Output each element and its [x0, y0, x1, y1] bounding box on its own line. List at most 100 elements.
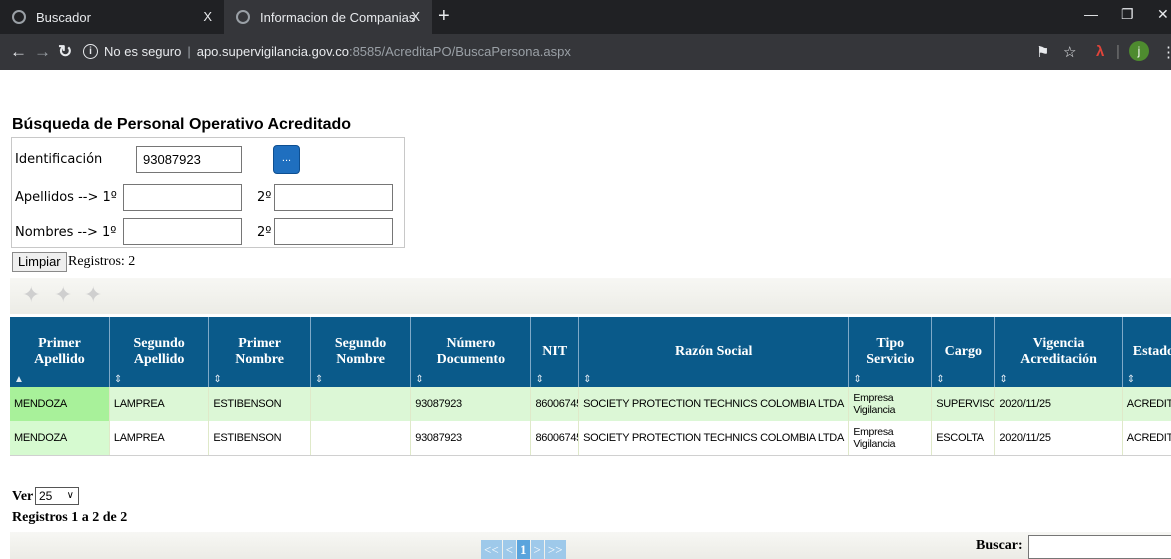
header-label: Número Documento — [436, 336, 506, 367]
cell — [310, 387, 412, 421]
results-table: Primer Apellido ▲ Segundo Apellido ⇕ Prime… — [10, 317, 1171, 456]
address-bar: ← → ↻ i No es seguro | apo.supervigilancia… — [0, 34, 1171, 70]
puzzle-icon[interactable]: ✦ — [84, 282, 108, 308]
page-size-value: 25 — [39, 489, 53, 503]
toolbar-divider: | — [1116, 43, 1120, 60]
profile-avatar[interactable]: j — [1129, 41, 1149, 61]
cell: 8600674531 — [530, 421, 580, 456]
header-label: Primer Nombre — [235, 336, 284, 367]
tab-buscador[interactable]: Buscador X — [0, 0, 224, 34]
nombre2-input[interactable] — [274, 218, 393, 245]
translate-icon[interactable]: ⚑ — [1036, 43, 1049, 61]
pdf-extension-icon[interactable]: λ — [1096, 43, 1104, 60]
header-label: Segundo Nombre — [334, 336, 387, 367]
grid-toolbar — [10, 278, 1171, 314]
puzzle-icon[interactable]: ✦ — [22, 282, 46, 308]
cell: LAMPREA — [109, 387, 210, 421]
apellido1-input[interactable] — [123, 184, 242, 211]
sort-icon: ⇕ — [314, 374, 324, 385]
col-segundo-apellido[interactable]: Segundo Apellido ⇕ — [109, 317, 210, 387]
cell: Empresa Vigilancia — [848, 387, 933, 421]
cell: 93087923 — [410, 387, 532, 421]
menu-icon[interactable]: ⋮ — [1161, 43, 1171, 61]
tab-close-icon[interactable]: X — [411, 9, 420, 24]
sort-icon: ⇕ — [583, 374, 592, 385]
tab-title: Informacion de Companias — [260, 9, 416, 25]
col-vigencia[interactable]: Vigencia Acreditación ⇕ — [994, 317, 1123, 387]
new-tab-button[interactable]: + — [438, 5, 450, 28]
restore-icon[interactable]: ❐ — [1121, 6, 1134, 23]
back-arrow-icon[interactable]: ← — [10, 42, 27, 62]
reload-icon[interactable]: ↻ — [58, 42, 72, 62]
browser-tab-bar: Buscador X Informacion de Companias X + … — [0, 0, 1171, 34]
search-button[interactable]: ... — [273, 145, 300, 174]
cell: MENDOZA — [10, 421, 110, 456]
forward-arrow-icon[interactable]: → — [34, 42, 51, 62]
apellido2-input[interactable] — [274, 184, 393, 211]
page-size-select[interactable]: 25 ∨ — [35, 487, 79, 505]
sort-icon: ⇕ — [936, 374, 945, 385]
sort-icon: ⇕ — [113, 374, 123, 385]
col-nit[interactable]: NIT ⇕ — [530, 317, 580, 387]
cell: ACREDITADO — [1122, 421, 1171, 456]
sort-icon: ⇕ — [415, 374, 424, 385]
identificacion-input[interactable] — [136, 146, 242, 173]
nombre2-label: 2º — [257, 225, 272, 240]
cell: ESTIBENSON — [208, 421, 311, 456]
nombres-label: Nombres --> 1º — [15, 225, 117, 240]
col-cargo[interactable]: Cargo ⇕ — [931, 317, 996, 387]
header-label: Vigencia Acreditación — [1020, 336, 1097, 367]
window-close-icon[interactable]: ✕ — [1157, 6, 1169, 23]
url-host: apo.supervigilancia.gov.co — [196, 44, 349, 59]
header-label: NIT — [542, 344, 568, 359]
nombre1-input[interactable] — [123, 218, 242, 245]
apellido2-label: 2º — [257, 190, 272, 205]
minimize-icon[interactable]: — — [1084, 6, 1098, 22]
pagination: << < 1 > >> — [481, 540, 567, 559]
url-field[interactable]: No es seguro | apo.supervigilancia.gov.co:… — [104, 44, 571, 59]
security-label: No es seguro — [104, 44, 182, 59]
cell: 8600674531 — [530, 387, 580, 421]
sort-icon: ⇕ — [853, 374, 862, 385]
col-tipo-servicio[interactable]: Tipo Servicio ⇕ — [848, 317, 933, 387]
header-label: Tipo Servicio — [866, 336, 915, 367]
tab-informacion[interactable]: Informacion de Companias X — [224, 0, 432, 34]
sort-icon: ⇕ — [535, 374, 544, 385]
sort-icon: ⇕ — [1126, 374, 1136, 385]
header-label: Razón Social — [675, 344, 753, 359]
prev-page-button[interactable]: < — [502, 540, 517, 559]
star-icon[interactable]: ☆ — [1063, 43, 1076, 61]
apellidos-label: Apellidos --> 1º — [15, 190, 117, 205]
puzzle-icon[interactable]: ✦ — [54, 282, 78, 308]
col-primer-nombre[interactable]: Primer Nombre ⇕ — [208, 317, 311, 387]
last-page-button[interactable]: >> — [544, 540, 566, 559]
col-razon-social[interactable]: Razón Social ⇕ — [578, 317, 850, 387]
col-numero-documento[interactable]: Número Documento ⇕ — [410, 317, 532, 387]
table-row[interactable]: MENDOZA LAMPREA ESTIBENSON 93087923 8600… — [10, 421, 1171, 456]
current-page-button[interactable]: 1 — [517, 540, 530, 559]
cell: LAMPREA — [109, 421, 210, 456]
col-segundo-nombre[interactable]: Segundo Nombre ⇕ — [310, 317, 412, 387]
buscar-label: Buscar: — [976, 538, 1023, 553]
globe-icon — [12, 10, 26, 24]
info-icon[interactable]: i — [83, 44, 98, 59]
sort-asc-icon: ▲ — [14, 374, 24, 385]
cell: 2020/11/25 — [994, 387, 1123, 421]
first-page-button[interactable]: << — [481, 540, 502, 559]
limpiar-button[interactable]: Limpiar — [12, 252, 67, 272]
next-page-button[interactable]: > — [530, 540, 544, 559]
tab-close-icon[interactable]: X — [203, 9, 212, 24]
cell: SOCIETY PROTECTION TECHNICS COLOMBIA LTD… — [578, 387, 850, 421]
col-primer-apellido[interactable]: Primer Apellido ▲ — [10, 317, 110, 387]
header-label: Estado — [1132, 344, 1171, 359]
buscar-input[interactable] — [1028, 535, 1171, 559]
header-label: Primer Apellido — [34, 336, 85, 367]
tab-title: Buscador — [36, 9, 91, 25]
table-row[interactable]: MENDOZA LAMPREA ESTIBENSON 93087923 8600… — [10, 387, 1171, 421]
col-estado[interactable]: Estado ⇕ — [1122, 317, 1171, 387]
table-header-row: Primer Apellido ▲ Segundo Apellido ⇕ Prime… — [10, 317, 1171, 387]
registros-count: Registros: 2 — [68, 254, 136, 269]
cell: SUPERVISOR — [931, 387, 996, 421]
cell: 93087923 — [410, 421, 532, 456]
cell: 2020/11/25 — [994, 421, 1123, 456]
